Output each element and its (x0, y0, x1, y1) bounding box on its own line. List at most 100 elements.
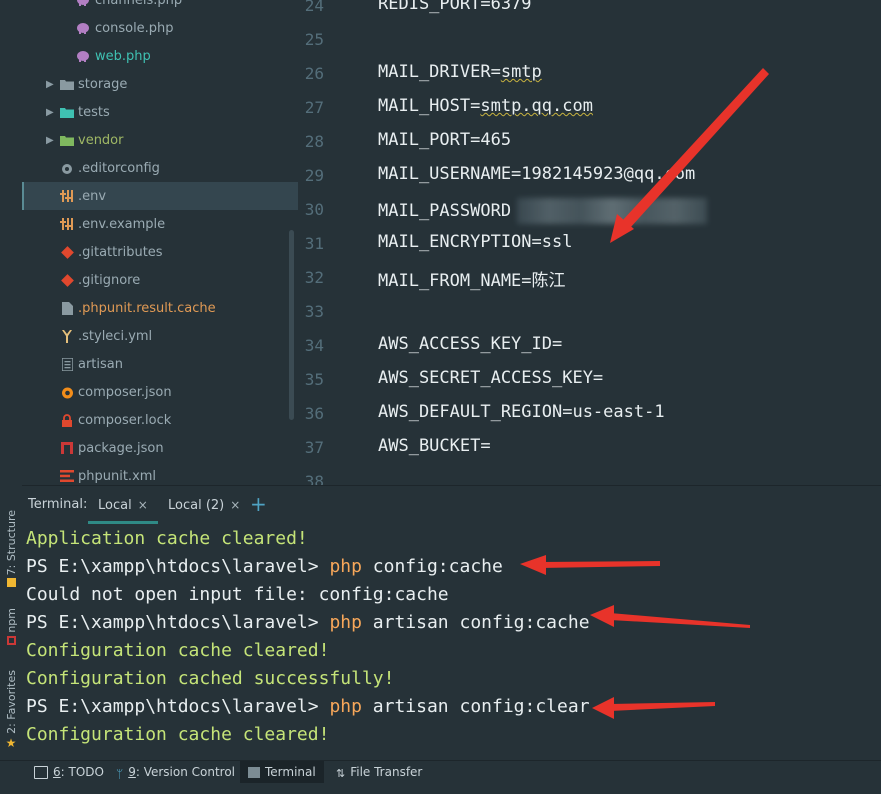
code-text: MAIL_PASSWORD (378, 201, 512, 221)
line-number: 33 (304, 302, 324, 321)
line-number: 26 (304, 64, 324, 83)
expand-arrow-icon[interactable]: ▶ (46, 79, 54, 90)
terminal-text: PS E:\xampp\htdocs\laravel> (26, 612, 330, 633)
file-transfer-tool-button[interactable]: ⇅ File Transfer (328, 761, 430, 783)
env-settings-icon (60, 217, 74, 231)
line-number: 30 (304, 200, 324, 219)
code-line: AWS_SECRET_ACCESS_KEY= (378, 368, 603, 388)
terminal-line: PS E:\xampp\htdocs\laravel> php artisan … (26, 612, 590, 633)
code-line: AWS_DEFAULT_REGION=us-east-1 (378, 402, 665, 422)
tree-item[interactable]: composer.json (22, 378, 298, 406)
npm-tool-button[interactable]: npm (2, 608, 20, 645)
todo-label: : TODO (60, 765, 104, 779)
terminal-line: PS E:\xampp\htdocs\laravel> php artisan … (26, 696, 590, 717)
tree-item[interactable]: web.php (22, 42, 298, 70)
line-number: 32 (304, 268, 324, 287)
code-line: MAIL_HOST=smtp.qq.com (378, 96, 593, 116)
terminal-tool-button[interactable]: Terminal (240, 761, 324, 783)
favorites-label: 2: Favorites (4, 670, 18, 734)
xml-icon (60, 469, 74, 483)
version-control-tool-button[interactable]: ᛘ 9: Version Control (108, 761, 243, 783)
php-command: php (329, 612, 362, 633)
close-icon[interactable]: × (138, 498, 148, 512)
terminal-output[interactable]: Application cache cleared! PS E:\xampp\ht… (22, 524, 881, 760)
tree-item[interactable]: ▶ storage (22, 70, 298, 98)
terminal-title: Terminal: (28, 497, 88, 512)
structure-tool-button[interactable]: 7: Structure (2, 510, 20, 588)
line-number: 28 (304, 132, 324, 151)
tool-window-bar: 6: TODO ᛘ 9: Version Control Terminal ⇅ … (0, 760, 881, 794)
tree-item[interactable]: .styleci.yml (22, 322, 298, 350)
tree-item[interactable]: .gitattributes (22, 238, 298, 266)
terminal-tab-local-2[interactable]: Local (2) × (168, 486, 240, 524)
tree-item[interactable]: .phpunit.result.cache (22, 294, 298, 322)
tree-item[interactable]: .env.example (22, 210, 298, 238)
code-line: MAIL_PASSWORD (378, 198, 708, 224)
tree-item[interactable]: composer.lock (22, 406, 298, 434)
code-line: MAIL_ENCRYPTION=ssl (378, 232, 572, 252)
php-elephant-icon (76, 21, 90, 35)
favorites-tool-button[interactable]: 2: Favorites ★ (2, 670, 20, 750)
terminal-header: Terminal: Local × Local (2) × + (22, 485, 881, 525)
code-line: AWS_ACCESS_KEY_ID= (378, 334, 562, 354)
expand-arrow-icon[interactable]: ▶ (46, 135, 54, 146)
close-icon[interactable]: × (230, 498, 240, 512)
yaml-icon (60, 329, 74, 343)
terminal-text: PS E:\xampp\htdocs\laravel> (26, 696, 330, 717)
npm-label: npm (4, 608, 18, 633)
tree-item[interactable]: package.json (22, 434, 298, 462)
terminal-text: Could not open input file: config:cache (26, 584, 449, 605)
terminal-text: Configuration cache cleared! (26, 724, 330, 745)
todo-tool-button[interactable]: 6: TODO (26, 761, 112, 783)
code-line: MAIL_FROM_NAME=陈江 (378, 266, 566, 291)
code-line: REDIS_PORT=6379 (378, 0, 532, 14)
project-tree: channels.php console.php web.php ▶ storage ▶ t… (22, 0, 298, 485)
vc-label: : Version Control (135, 765, 236, 779)
tree-item-label: storage (78, 76, 128, 92)
tree-item-label: .gitignore (78, 272, 141, 288)
version-control-icon: ᛘ (116, 766, 124, 781)
terminal-text: Configuration cache cleared! (26, 640, 330, 661)
tool-window-strip: 7: Structure npm 2: Favorites ★ (0, 0, 23, 760)
terminal-icon (248, 766, 260, 778)
line-number: 38 (304, 472, 324, 485)
tree-item[interactable]: channels.php (22, 0, 298, 14)
expand-arrow-icon[interactable]: ▶ (46, 107, 54, 118)
tree-scrollbar[interactable] (289, 230, 294, 420)
add-terminal-tab-button[interactable]: + (250, 492, 267, 516)
php-elephant-icon (76, 0, 90, 7)
code-line: MAIL_PORT=465 (378, 130, 511, 150)
code-text: MAIL_PORT=465 (378, 130, 512, 150)
tree-item[interactable]: console.php (22, 14, 298, 42)
folder-icon (60, 105, 74, 119)
tree-item-label: console.php (95, 20, 174, 36)
file-icon (60, 301, 74, 315)
tree-item[interactable]: .editorconfig (22, 154, 298, 182)
terminal-text: artisan config:cache (361, 612, 590, 633)
tree-item[interactable]: .env (22, 182, 298, 210)
terminal-text: Configuration cached successfully! (26, 668, 395, 689)
git-icon (60, 245, 74, 259)
structure-label: 7: Structure (4, 510, 18, 576)
lock-icon (60, 413, 74, 427)
tree-item[interactable]: ▶ tests (22, 98, 298, 126)
text-file-icon (60, 357, 74, 371)
tree-item-label: composer.lock (78, 412, 172, 428)
terminal-line: Could not open input file: config:cache (26, 584, 449, 605)
tree-item-label: tests (78, 104, 110, 120)
tree-item-label: .phpunit.result.cache (78, 300, 216, 316)
composer-icon (60, 385, 74, 399)
terminal-tab-local[interactable]: Local × (88, 486, 158, 524)
tree-item[interactable]: phpunit.xml (22, 462, 298, 485)
tree-item[interactable]: artisan (22, 350, 298, 378)
folder-icon (60, 133, 74, 147)
terminal-line: Configuration cache cleared! (26, 640, 329, 661)
code-editor[interactable]: 24 REDIS_PORT=6379 25 26 MAIL_DRIVER=smtp 27 M… (298, 0, 881, 485)
tree-item[interactable]: .gitignore (22, 266, 298, 294)
todo-number: 6 (53, 765, 61, 779)
code-line: MAIL_DRIVER=smtp (378, 62, 542, 82)
code-text: AWS_ACCESS_KEY_ID= (378, 334, 563, 354)
tree-item-label: artisan (78, 356, 123, 372)
line-number: 37 (304, 438, 324, 457)
tree-item[interactable]: ▶ vendor (22, 126, 298, 154)
